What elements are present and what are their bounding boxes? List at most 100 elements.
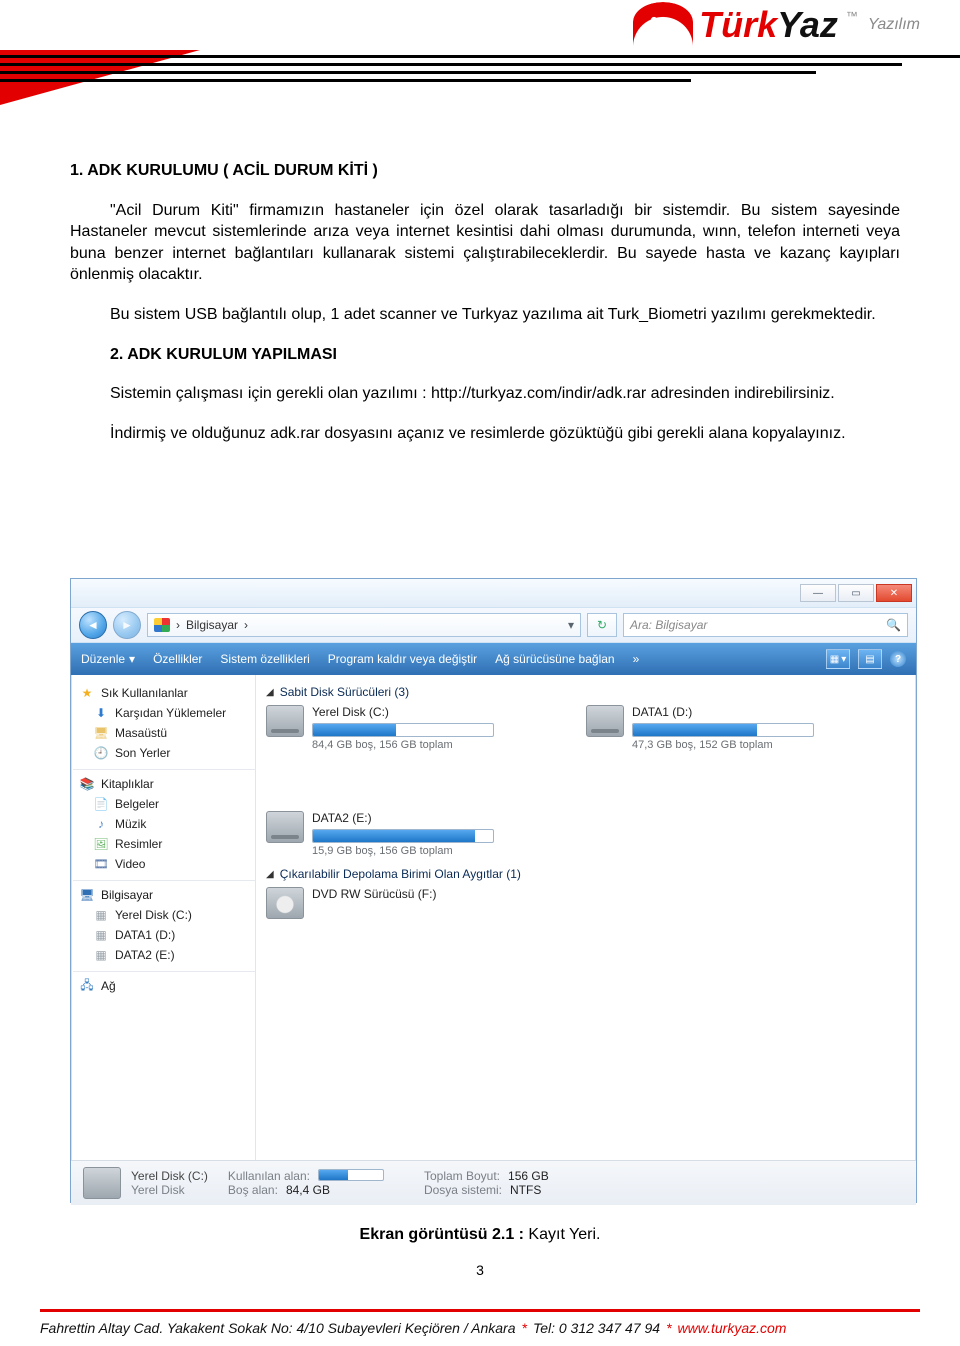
hdd-icon — [266, 705, 304, 737]
status-used-label: Kullanılan alan: — [228, 1169, 310, 1183]
footer-sep2: * — [666, 1320, 671, 1336]
section2-title: 2. ADK KURULUM YAPILMASI — [70, 344, 900, 366]
drive-c-sub: 84,4 GB boş, 156 GB toplam — [312, 739, 494, 751]
toolbar-sysprops[interactable]: Sistem özellikleri — [220, 652, 309, 666]
toolbar-more[interactable]: » — [633, 652, 640, 666]
refresh-button[interactable]: ↻ — [587, 613, 617, 637]
status-mini-bar — [318, 1169, 384, 1181]
address-bar: ◄ ► › Bilgisayar › ▾ ↻ Ara: Bilgisayar 🔍 — [71, 608, 916, 643]
network-icon: 🖧 — [79, 978, 95, 994]
breadcrumb-sep2: › — [244, 618, 248, 632]
footer-address: Fahrettin Altay Cad. Yakakent Sokak No: … — [40, 1320, 515, 1336]
search-input[interactable]: Ara: Bilgisayar 🔍 — [623, 613, 908, 637]
sidebar-drive-d[interactable]: ▦DATA1 (D:) — [79, 925, 249, 945]
section1-title: 1. ADK KURULUMU ( ACİL DURUM KİTİ ) — [70, 160, 900, 182]
chevron-down-icon: ▾ — [129, 652, 135, 666]
drive-e-sub: 15,9 GB boş, 156 GB toplam — [312, 845, 494, 857]
sidebar-music[interactable]: ♪Müzik — [79, 814, 249, 834]
recent-icon: 🕘 — [93, 745, 109, 761]
sidebar-drive-c[interactable]: ▦Yerel Disk (C:) — [79, 905, 249, 925]
hdd-icon — [266, 811, 304, 843]
brand-sub: Yazılım — [868, 16, 920, 34]
drive-c[interactable]: Yerel Disk (C:) 84,4 GB boş, 156 GB topl… — [266, 705, 526, 751]
footer: Fahrettin Altay Cad. Yakakent Sokak No: … — [40, 1320, 920, 1336]
chevron-down-icon[interactable]: ▾ — [568, 618, 574, 632]
sidebar-drive-e[interactable]: ▦DATA2 (E:) — [79, 945, 249, 965]
breadcrumb[interactable]: › Bilgisayar › ▾ — [147, 613, 581, 637]
sidebar-downloads[interactable]: ⬇Karşıdan Yüklemeler — [79, 703, 249, 723]
hdd-icon: ▦ — [93, 907, 109, 923]
caption-bold: Ekran görüntüsü 2.1 : — [360, 1226, 524, 1243]
hdd-icon — [83, 1167, 121, 1199]
sidebar-pictures[interactable]: 🖼Resimler — [79, 834, 249, 854]
desktop-icon: 🖥 — [93, 725, 109, 741]
video-icon: 🎞 — [93, 856, 109, 872]
drive-c-name: Yerel Disk (C:) — [312, 705, 494, 719]
drive-c-capacity-bar — [312, 723, 494, 737]
help-button[interactable]: ? — [890, 651, 906, 667]
command-toolbar: Düzenle▾ Özellikler Sistem özellikleri P… — [71, 643, 916, 675]
brand-part1: Türk — [699, 4, 777, 45]
minimize-button[interactable]: — — [800, 584, 836, 602]
status-free-label: Boş alan: — [228, 1183, 278, 1197]
status-free-val: 84,4 GB — [286, 1183, 330, 1197]
collapse-icon: ◢ — [266, 687, 274, 698]
toolbar-properties[interactable]: Özellikler — [153, 652, 202, 666]
sidebar-documents[interactable]: 📄Belgeler — [79, 794, 249, 814]
maximize-button[interactable]: ▭ — [838, 584, 874, 602]
titlebar: — ▭ ✕ — [71, 579, 916, 608]
hdd-icon — [586, 705, 624, 737]
footer-url: www.turkyaz.com — [678, 1320, 787, 1336]
sidebar-favorites[interactable]: Sık Kullanılanlar — [101, 686, 188, 700]
toolbar-uninstall[interactable]: Program kaldır veya değiştir — [328, 652, 477, 666]
section1-p2: Bu sistem USB bağlantılı olup, 1 adet sc… — [70, 304, 900, 326]
sidebar-video[interactable]: 🎞Video — [79, 854, 249, 874]
preview-pane-button[interactable]: ▤ — [858, 649, 882, 669]
group-hdd[interactable]: ◢Sabit Disk Sürücüleri (3) — [266, 685, 906, 699]
toolbar-organize[interactable]: Düzenle▾ — [81, 652, 135, 666]
drive-e-capacity-bar — [312, 829, 494, 843]
sidebar-recent[interactable]: 🕘Son Yerler — [79, 743, 249, 763]
close-button[interactable]: ✕ — [876, 584, 912, 602]
sidebar-libraries[interactable]: Kitaplıklar — [101, 777, 154, 791]
drive-f[interactable]: DVD RW Sürücüsü (F:) — [266, 887, 526, 919]
drive-d-name: DATA1 (D:) — [632, 705, 814, 719]
nav-back-button[interactable]: ◄ — [79, 611, 107, 639]
view-icons-button[interactable]: ▦▾ — [826, 649, 850, 669]
footer-sep1: * — [521, 1320, 526, 1336]
drive-e-fill — [313, 830, 475, 842]
drive-e-name: DATA2 (E:) — [312, 811, 494, 825]
sidebar-network[interactable]: Ağ — [101, 979, 116, 993]
sidebar-desktop[interactable]: 🖥Masaüstü — [79, 723, 249, 743]
drive-f-name: DVD RW Sürücüsü (F:) — [312, 887, 436, 901]
computer-icon: 🖥 — [79, 887, 95, 903]
documents-icon: 📄 — [93, 796, 109, 812]
section2-p1a: Sistemin çalışması için gerekli olan yaz… — [110, 385, 431, 402]
tm-icon: ™ — [846, 9, 858, 23]
page-number: 3 — [0, 1262, 960, 1278]
hdd-icon: ▦ — [93, 927, 109, 943]
dvd-icon — [266, 887, 304, 919]
drive-d[interactable]: DATA1 (D:) 47,3 GB boş, 152 GB toplam — [586, 705, 846, 751]
status-total-val: 156 GB — [508, 1169, 549, 1183]
toolbar-mapdrive[interactable]: Ağ sürücüsüne bağlan — [495, 652, 614, 666]
drive-d-capacity-bar — [632, 723, 814, 737]
status-fs-val: NTFS — [510, 1183, 541, 1197]
breadcrumb-sep1: › — [176, 618, 180, 632]
section2-p1: Sistemin çalışması için gerekli olan yaz… — [70, 383, 900, 405]
drive-d-sub: 47,3 GB boş, 152 GB toplam — [632, 739, 814, 751]
group-removable[interactable]: ◢Çıkarılabilir Depolama Birimi Olan Aygı… — [266, 867, 906, 881]
crescent-star-icon — [633, 2, 693, 47]
drive-e[interactable]: DATA2 (E:) 15,9 GB boş, 156 GB toplam — [266, 811, 526, 857]
section1-p1: "Acil Durum Kiti" firmamızın hastaneler … — [70, 200, 900, 286]
status-title: Yerel Disk (C:) — [131, 1169, 208, 1183]
status-type: Yerel Disk — [131, 1183, 208, 1197]
sidebar-computer[interactable]: Bilgisayar — [101, 888, 153, 902]
nav-forward-button[interactable]: ► — [113, 611, 141, 639]
content-pane: ◢Sabit Disk Sürücüleri (3) Yerel Disk (C… — [256, 675, 916, 1160]
figure-caption: Ekran görüntüsü 2.1 : Kayıt Yeri. — [0, 1226, 960, 1244]
footer-tel: Tel: 0 312 347 47 94 — [533, 1320, 660, 1336]
favorites-star-icon: ★ — [79, 685, 95, 701]
pictures-icon: 🖼 — [93, 836, 109, 852]
section2-p2: İndirmiş ve olduğunuz adk.rar dosyasını … — [70, 423, 900, 445]
